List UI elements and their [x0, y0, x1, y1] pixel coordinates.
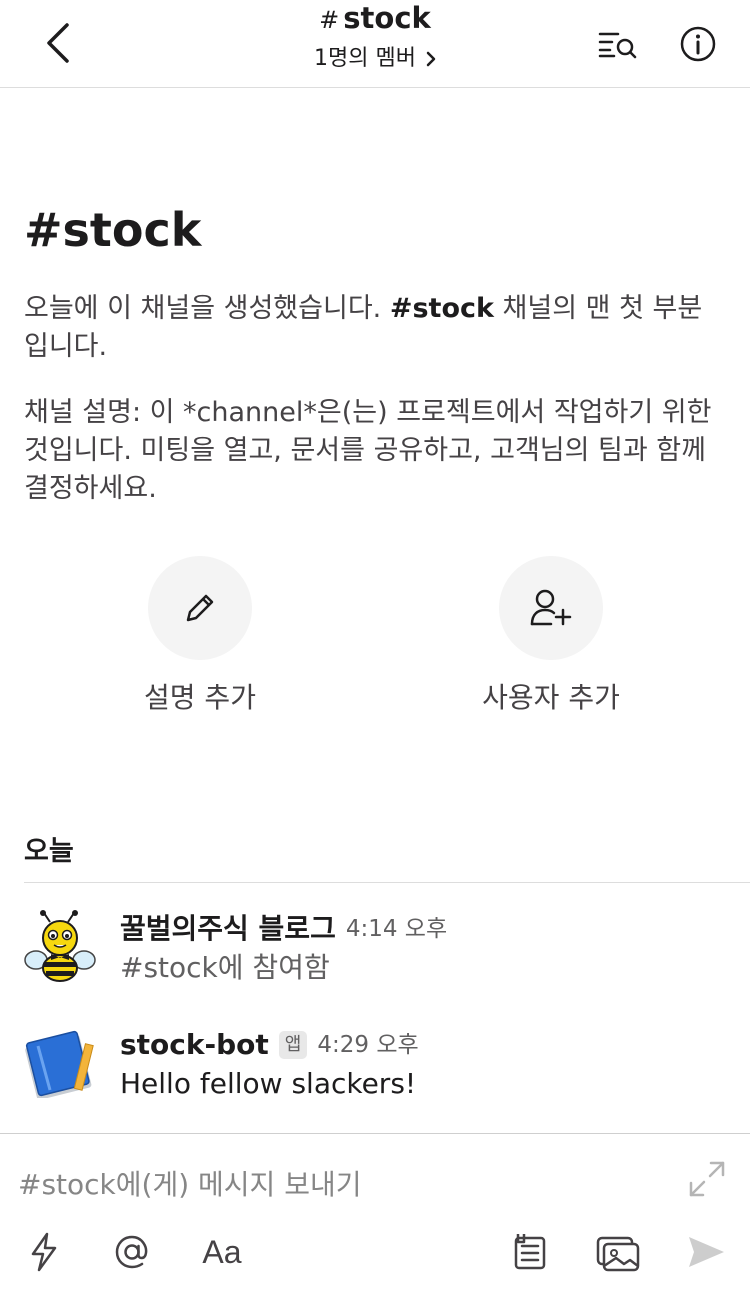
search-channel-button[interactable]	[594, 22, 642, 66]
sender-name[interactable]: 꿀벌의주식 블로그	[120, 910, 336, 948]
channel-intro-text: 오늘에 이 채널을 생성했습니다. #stock 채널의 맨 첫 부분입니다.	[24, 293, 703, 362]
shortcuts-button[interactable]	[22, 1230, 66, 1274]
message-input[interactable]: #stock에(게) 메시지 보내기	[18, 1166, 362, 1204]
file-icon	[514, 1234, 546, 1270]
message-header: 꿀벌의주식 블로그 4:14 오후	[120, 910, 720, 948]
add-description-label: 설명 추가	[144, 681, 256, 714]
message-header: stock-bot 앱 4:29 오후	[120, 1026, 720, 1064]
search-in-channel-icon	[598, 32, 637, 59]
chevron-right-icon	[426, 51, 436, 67]
formatting-button[interactable]: Aa	[198, 1230, 246, 1274]
channel-info-button[interactable]	[676, 22, 720, 66]
channel-description: 채널 설명: 이 *channel*은(는) 프로젝트에서 작업하기 위한 것입…	[24, 397, 712, 504]
expand-icon	[689, 1161, 725, 1197]
member-count-link[interactable]: 1명의 멤버	[314, 44, 436, 74]
message-time: 4:14 오후	[345, 916, 448, 942]
message-composer: #stock에(게) 메시지 보내기 Aa	[0, 1133, 750, 1294]
app-badge: 앱	[278, 1031, 308, 1059]
send-icon	[689, 1237, 724, 1267]
sender-name[interactable]: stock-bot	[120, 1026, 269, 1064]
add-user-button[interactable]: 사용자 추가	[451, 556, 651, 716]
message-body: stock-bot 앱 4:29 오후 Hello fellow slacker…	[120, 1026, 720, 1104]
send-button[interactable]	[684, 1230, 728, 1274]
expand-composer-button[interactable]	[686, 1158, 728, 1200]
pencil-icon	[186, 594, 214, 622]
at-icon	[115, 1235, 148, 1269]
add-description-circle[interactable]	[148, 556, 252, 660]
add-user-circle[interactable]	[499, 556, 603, 660]
member-count: 1명의 멤버	[314, 46, 416, 71]
bee-avatar-icon[interactable]	[24, 910, 96, 982]
message-text: #stock에 참여함	[120, 951, 330, 984]
add-user-icon	[530, 589, 572, 626]
message-item[interactable]: 꿀벌의주식 블로그 4:14 오후 #stock에 참여함	[24, 910, 724, 1000]
mention-button[interactable]	[110, 1230, 154, 1274]
formatting-label: Aa	[202, 1233, 242, 1270]
day-divider-label: 오늘	[24, 836, 74, 867]
day-divider	[24, 882, 750, 883]
attach-file-button[interactable]	[508, 1230, 552, 1274]
message-item[interactable]: stock-bot 앱 4:29 오후 Hello fellow slacker…	[24, 1026, 724, 1116]
lightning-icon	[31, 1232, 57, 1272]
message-body: 꿀벌의주식 블로그 4:14 오후 #stock에 참여함	[120, 910, 720, 988]
message-time: 4:29 오후	[317, 1032, 419, 1058]
channel-mention[interactable]: #stock	[390, 293, 494, 324]
message-text: Hello fellow slackers!	[120, 1067, 417, 1100]
add-user-label: 사용자 추가	[482, 681, 620, 714]
channel-intro-title: #stock	[24, 203, 202, 257]
add-description-button[interactable]: 설명 추가	[100, 556, 300, 716]
book-avatar-icon[interactable]	[24, 1026, 96, 1098]
channel-header: # stock 1명의 멤버	[0, 0, 750, 88]
attach-photo-button[interactable]	[596, 1230, 640, 1274]
info-icon	[680, 26, 716, 62]
photo-icon	[596, 1236, 640, 1272]
